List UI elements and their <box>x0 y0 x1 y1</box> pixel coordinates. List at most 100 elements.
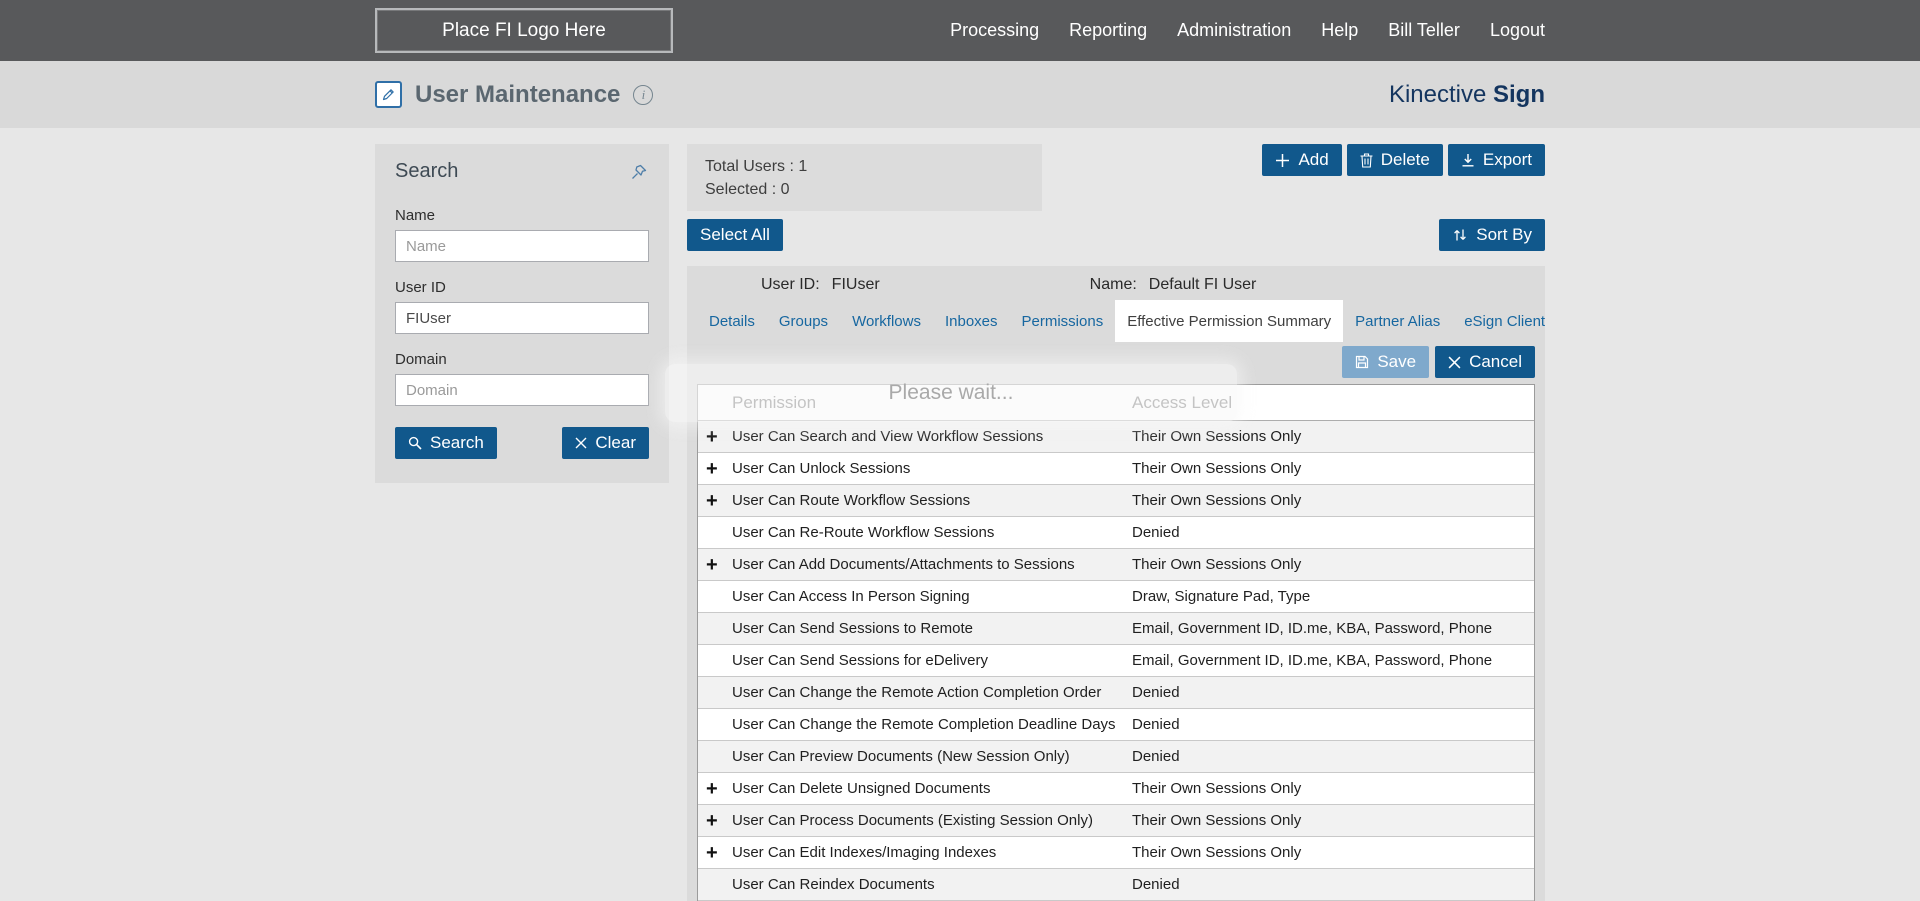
user-name-value: Default FI User <box>1148 276 1257 293</box>
user-name-label: Name: <box>1089 276 1137 293</box>
nav-item-administration[interactable]: Administration <box>1177 20 1291 41</box>
permission-cell: User Can Re-Route Workflow Sessions <box>732 524 995 541</box>
tab-effective-permission-summary[interactable]: Effective Permission Summary <box>1115 300 1344 342</box>
save-button[interactable]: Save <box>1342 346 1430 378</box>
table-row: User Can Access In Person Signing Draw, S… <box>698 581 1534 613</box>
domain-field[interactable] <box>395 374 649 406</box>
permission-cell: User Can Route Workflow Sessions <box>732 492 971 509</box>
nav-item-bill-teller[interactable]: Bill Teller <box>1388 20 1460 41</box>
expand-cell: + <box>698 459 732 479</box>
tab-inboxes[interactable]: Inboxes <box>933 300 1010 342</box>
permission-cell: User Can Add Documents/Attachments to Se… <box>732 556 1075 573</box>
user-detail-card: User ID: FIUser Name: Default FI User De… <box>665 266 1545 901</box>
top-bar: Place FI Logo Here Processing Reporting Ad… <box>0 0 1920 61</box>
expand-plus-icon[interactable]: + <box>706 491 718 511</box>
please-wait-overlay: Please wait... <box>665 364 1237 422</box>
table-row: User Can Send Sessions for eDelivery Emai… <box>698 645 1534 677</box>
tab-esign-client[interactable]: eSign Client <box>1452 300 1557 342</box>
permission-cell: User Can Unlock Sessions <box>732 460 911 477</box>
tab-workflows[interactable]: Workflows <box>840 300 933 342</box>
table-row: + User Can Process Documents (Existing Se… <box>698 805 1534 837</box>
access-level-cell: Their Own Sessions Only <box>1132 556 1302 573</box>
user-identity-row: User ID: FIUser Name: Default FI User <box>697 272 1535 298</box>
access-level-cell: Their Own Sessions Only <box>1132 492 1302 509</box>
table-row: User Can Reindex Documents Denied <box>698 869 1534 901</box>
search-icon <box>408 436 422 450</box>
permission-cell: User Can Change the Remote Action Comple… <box>732 684 1102 701</box>
search-panel-title: Search <box>395 160 459 182</box>
sort-arrows-icon <box>1454 229 1467 241</box>
nav-item-help[interactable]: Help <box>1321 20 1358 41</box>
expand-plus-icon[interactable]: + <box>706 779 718 799</box>
name-field[interactable] <box>395 230 649 262</box>
export-button[interactable]: Export <box>1447 144 1545 176</box>
fi-logo-text: Place FI Logo Here <box>442 19 606 41</box>
expand-plus-icon[interactable]: + <box>706 843 718 863</box>
cancel-button[interactable]: Cancel <box>1435 346 1535 378</box>
table-row: User Can Change the Remote Completion De… <box>698 709 1534 741</box>
save-button-label: Save <box>1377 352 1417 371</box>
table-row: + User Can Edit Indexes/Imaging Indexes Th… <box>698 837 1534 869</box>
pen-icon <box>382 89 394 101</box>
please-wait-text: Please wait... <box>888 381 1014 404</box>
permission-cell: User Can Send Sessions to Remote <box>732 620 973 637</box>
download-icon <box>1462 154 1474 167</box>
permission-cell: User Can Change the Remote Completion De… <box>732 716 1116 733</box>
access-level-cell: Their Own Sessions Only <box>1132 460 1302 477</box>
tab-groups[interactable]: Groups <box>767 300 840 342</box>
brand-logo: Kinective Sign <box>1389 81 1545 109</box>
access-level-cell: Denied <box>1132 876 1180 893</box>
tab-details[interactable]: Details <box>697 300 767 342</box>
access-level-cell: Denied <box>1132 748 1180 765</box>
tab-permissions[interactable]: Permissions <box>1010 300 1116 342</box>
nav-item-logout[interactable]: Logout <box>1490 20 1545 41</box>
nav-item-reporting[interactable]: Reporting <box>1069 20 1147 41</box>
table-row: + User Can Unlock Sessions Their Own Sessi… <box>698 453 1534 485</box>
expand-plus-icon[interactable]: + <box>706 427 718 447</box>
access-level-cell: Denied <box>1132 716 1180 733</box>
user-id-field-label: User ID <box>395 279 446 296</box>
expand-plus-icon[interactable]: + <box>706 811 718 831</box>
access-level-cell: Their Own Sessions Only <box>1132 812 1302 829</box>
name-field-label: Name <box>395 207 436 224</box>
save-floppy-icon <box>1356 355 1369 369</box>
main-content: Search Name User ID Domain <box>0 128 1920 901</box>
table-row: User Can Preview Documents (New Session … <box>698 741 1534 773</box>
clear-button[interactable]: Clear <box>562 427 649 459</box>
nav-item-processing[interactable]: Processing <box>950 20 1039 41</box>
user-maintenance-app-icon <box>375 81 402 108</box>
access-level-cell: Draw, Signature Pad, Type <box>1132 588 1311 605</box>
access-level-cell: Email, Government ID, ID.me, KBA, Passwo… <box>1132 620 1493 637</box>
domain-field-label: Domain <box>395 351 447 368</box>
select-all-button-label: Select All <box>700 225 770 244</box>
table-row: + User Can Route Workflow Sessions Their O… <box>698 485 1534 517</box>
brand-suffix: Sign <box>1493 80 1545 108</box>
search-button[interactable]: Search <box>395 427 497 459</box>
expand-cell: + <box>698 491 732 511</box>
fi-logo-placeholder: Place FI Logo Here <box>375 8 673 53</box>
add-button-label: Add <box>1298 150 1329 169</box>
add-button[interactable]: Add <box>1262 144 1342 176</box>
table-row: User Can Send Sessions to Remote Email, G… <box>698 613 1534 645</box>
sort-by-button[interactable]: Sort By <box>1439 219 1545 251</box>
permission-cell: User Can Delete Unsigned Documents <box>732 780 991 797</box>
permission-cell: User Can Process Documents (Existing Ses… <box>732 812 1093 829</box>
expand-cell: + <box>698 811 732 831</box>
user-id-field[interactable] <box>395 302 649 334</box>
select-all-button[interactable]: Select All <box>687 219 783 251</box>
cancel-x-icon <box>1448 356 1461 368</box>
permission-cell: User Can Access In Person Signing <box>732 588 970 605</box>
expand-plus-icon[interactable]: + <box>706 459 718 479</box>
search-panel: Search Name User ID Domain <box>375 144 669 483</box>
info-icon[interactable]: i <box>633 84 654 105</box>
expand-plus-icon[interactable]: + <box>706 555 718 575</box>
tab-partner-alias[interactable]: Partner Alias <box>1343 300 1452 342</box>
permission-cell: User Can Edit Indexes/Imaging Indexes <box>732 844 997 861</box>
access-level-cell: Email, Government ID, ID.me, KBA, Passwo… <box>1132 652 1493 669</box>
pin-icon[interactable] <box>629 162 649 182</box>
top-nav: Processing Reporting Administration Help Bil… <box>950 20 1545 41</box>
clear-x-icon <box>575 437 587 449</box>
info-icon-glyph: i <box>641 86 646 102</box>
delete-button[interactable]: Delete <box>1346 144 1443 176</box>
expand-cell: + <box>698 555 732 575</box>
